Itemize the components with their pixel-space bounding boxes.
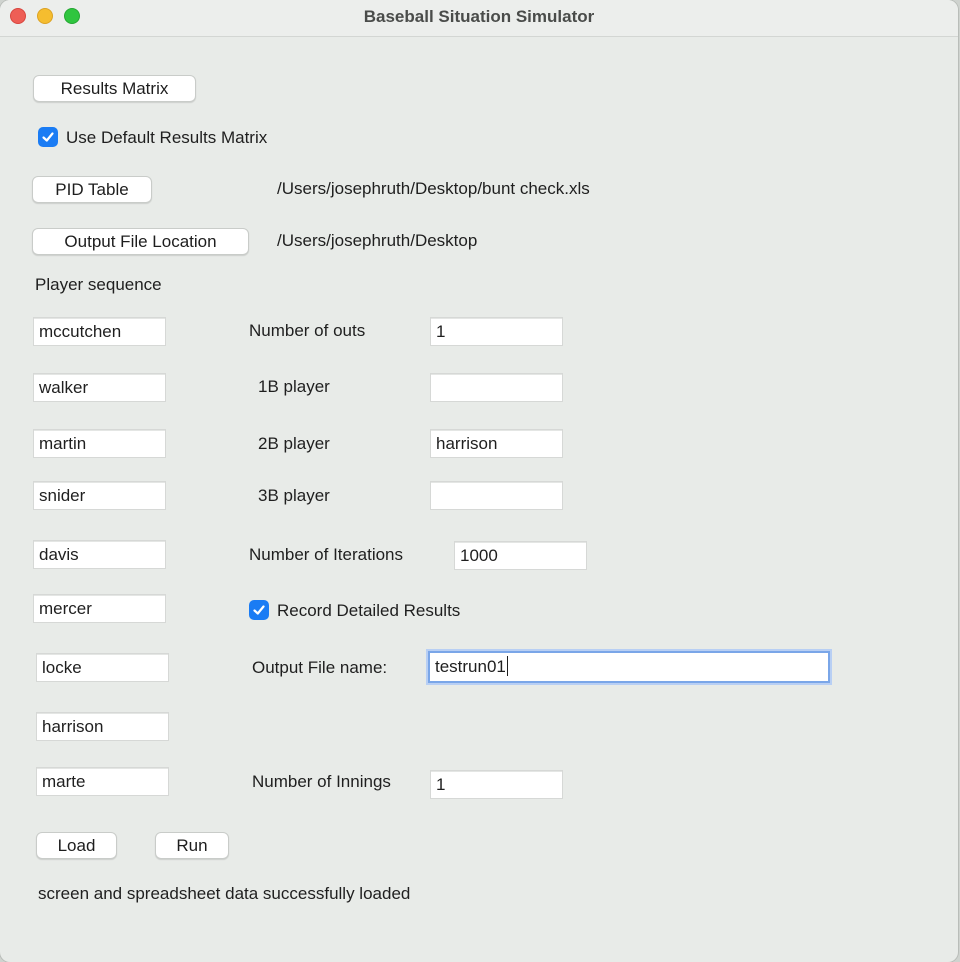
record-detailed-label: Record Detailed Results [277, 601, 461, 620]
outs-field[interactable]: 1 [430, 317, 563, 346]
player-sequence-label: Player sequence [35, 275, 162, 294]
iterations-field[interactable]: 1000 [454, 541, 587, 570]
player-field-3[interactable]: martin [33, 429, 166, 458]
player-field-7[interactable]: locke [36, 653, 169, 682]
use-default-label: Use Default Results Matrix [66, 128, 268, 147]
app-window: Baseball Situation Simulator Results Mat… [0, 0, 958, 962]
use-default-checkbox[interactable] [38, 127, 58, 147]
output-file-location-button[interactable]: Output File Location [32, 228, 249, 255]
player-field-2[interactable]: walker [33, 373, 166, 402]
record-detailed-checkbox[interactable] [249, 600, 269, 620]
first-base-field[interactable] [430, 373, 563, 402]
status-message: screen and spreadsheet data successfully… [38, 884, 411, 903]
text-cursor [506, 656, 508, 676]
innings-field[interactable]: 1 [430, 770, 563, 799]
output-file-name-value: testrun01 [435, 657, 506, 676]
output-location-path: /Users/josephruth/Desktop [277, 231, 478, 250]
checkmark-icon [42, 132, 54, 142]
second-base-field[interactable]: harrison [430, 429, 563, 458]
window-title: Baseball Situation Simulator [363, 7, 595, 26]
output-file-name-label: Output File name: [252, 658, 388, 677]
player-field-8[interactable]: harrison [36, 712, 169, 741]
first-base-label: 1B player [258, 377, 330, 396]
player-field-1[interactable]: mccutchen [33, 317, 166, 346]
third-base-field[interactable] [430, 481, 563, 510]
iterations-label: Number of Iterations [249, 545, 404, 564]
run-button[interactable]: Run [155, 832, 229, 859]
title-bar: Baseball Situation Simulator [0, 0, 958, 37]
player-field-4[interactable]: snider [33, 481, 166, 510]
player-field-6[interactable]: mercer [33, 594, 166, 623]
pid-table-path: /Users/josephruth/Desktop/bunt check.xls [277, 179, 590, 198]
player-field-9[interactable]: marte [36, 767, 169, 796]
checkmark-icon [253, 605, 265, 615]
player-field-5[interactable]: davis [33, 540, 166, 569]
third-base-label: 3B player [258, 486, 330, 505]
outs-label: Number of outs [249, 321, 366, 340]
pid-table-button[interactable]: PID Table [32, 176, 152, 203]
output-file-name-field[interactable]: testrun01 [428, 651, 830, 683]
second-base-label: 2B player [258, 434, 330, 453]
load-button[interactable]: Load [36, 832, 117, 859]
results-matrix-button[interactable]: Results Matrix [33, 75, 196, 102]
innings-label: Number of Innings [252, 772, 391, 791]
